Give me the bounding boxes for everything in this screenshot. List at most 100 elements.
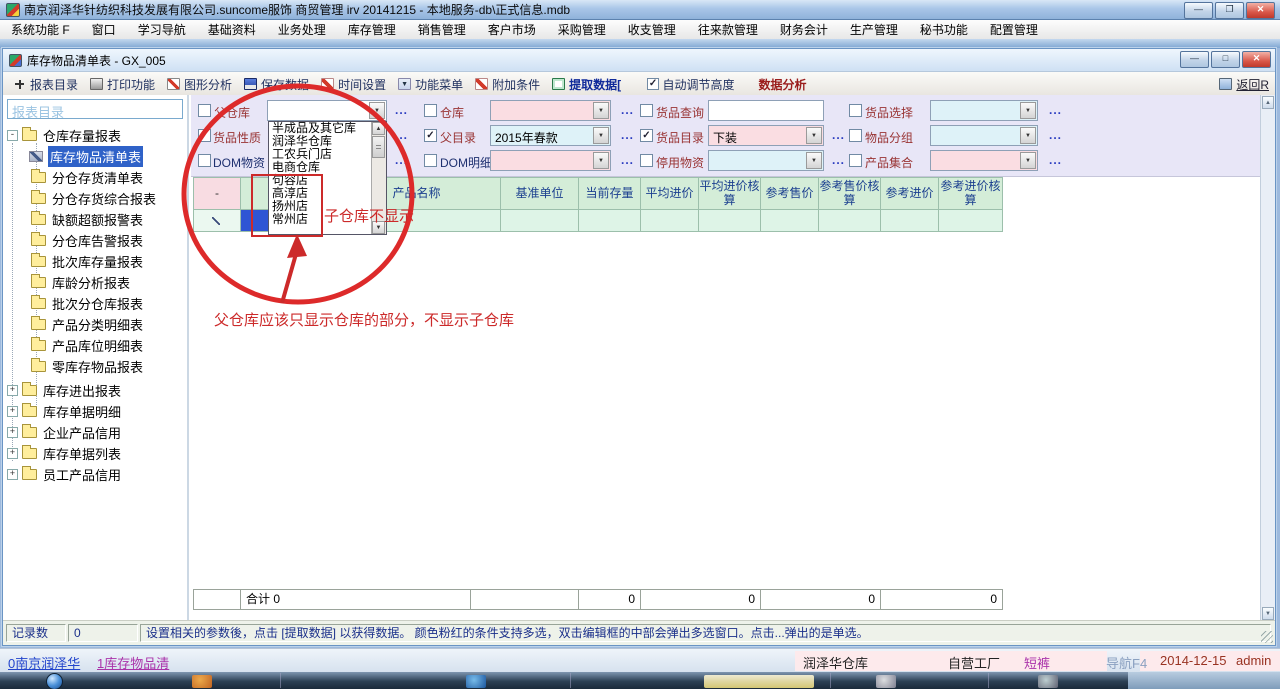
menu-payments[interactable]: 收支管理 bbox=[617, 21, 687, 38]
tree-item[interactable]: 批次库存量报表 bbox=[31, 251, 143, 272]
tree-item[interactable]: 库龄分析报表 bbox=[31, 272, 130, 293]
minimize-button[interactable]: — bbox=[1184, 2, 1213, 19]
tree-item[interactable]: 批次分仓库报表 bbox=[31, 293, 143, 314]
goods-group-more-button[interactable]: ... bbox=[1049, 128, 1062, 142]
parent-warehouse-more-button[interactable]: ... bbox=[395, 103, 408, 117]
dropdown-arrow-icon[interactable]: ▼ bbox=[1020, 102, 1036, 119]
extra-conditions-button[interactable]: 附加条件 bbox=[469, 76, 546, 93]
expand-icon[interactable]: + bbox=[7, 448, 18, 459]
report-catalog-button[interactable]: 报表目录 bbox=[7, 76, 84, 93]
tree-item[interactable]: +库存单据明细 bbox=[7, 401, 121, 422]
return-button[interactable]: 返回R bbox=[1219, 72, 1269, 96]
dropdown-arrow-icon[interactable]: ▼ bbox=[1020, 127, 1036, 144]
menu-inventory[interactable]: 库存管理 bbox=[337, 21, 407, 38]
dropdown-arrow-icon[interactable]: ▼ bbox=[593, 152, 609, 169]
taskbar-icon[interactable] bbox=[466, 675, 486, 688]
goods-select-combo[interactable]: ▼ bbox=[930, 100, 1038, 121]
dom-material-more-button[interactable]: ... bbox=[395, 153, 408, 167]
goods-catalog-more-button[interactable]: ... bbox=[832, 128, 845, 142]
menu-accounts[interactable]: 往来款管理 bbox=[687, 21, 769, 38]
tree-item[interactable]: -仓库存量报表 bbox=[7, 125, 121, 146]
goods-group-combo[interactable]: ▼ bbox=[930, 125, 1038, 146]
menu-purchase[interactable]: 采购管理 bbox=[547, 21, 617, 38]
menu-business[interactable]: 业务处理 bbox=[267, 21, 337, 38]
dom-detail-combo[interactable]: ▼ bbox=[490, 150, 611, 171]
tree-item[interactable]: 缺额超额报警表 bbox=[31, 209, 143, 230]
product-set-checkbox[interactable] bbox=[849, 154, 862, 167]
taskbar-button[interactable] bbox=[1128, 672, 1280, 689]
product-set-combo[interactable]: ▼ bbox=[930, 150, 1038, 171]
goods-select-more-button[interactable]: ... bbox=[1049, 103, 1062, 117]
mdi-minimize-button[interactable]: — bbox=[1180, 51, 1209, 68]
menu-finance[interactable]: 财务会计 bbox=[769, 21, 839, 38]
chart-analysis-button[interactable]: 图形分析 bbox=[161, 76, 238, 93]
tree-item[interactable]: 产品库位明细表 bbox=[31, 335, 143, 356]
dropdown-arrow-icon[interactable]: ▼ bbox=[593, 102, 609, 119]
scroll-up-icon[interactable]: ▲ bbox=[1262, 96, 1274, 109]
scroll-thumb[interactable] bbox=[372, 136, 385, 158]
goods-query-checkbox[interactable] bbox=[640, 104, 653, 117]
taskbar-button[interactable] bbox=[704, 675, 814, 688]
expand-icon[interactable]: + bbox=[7, 469, 18, 480]
mdi-maximize-button[interactable]: □ bbox=[1211, 51, 1240, 68]
dom-detail-more-button[interactable]: ... bbox=[621, 153, 634, 167]
tree-item[interactable]: 零库存物品报表 bbox=[31, 356, 143, 377]
parent-catalog-more-button[interactable]: ... bbox=[621, 128, 634, 142]
goods-catalog-combo[interactable]: 下装▼ bbox=[708, 125, 824, 146]
goods-nature-checkbox[interactable] bbox=[198, 129, 211, 142]
parent-catalog-combo[interactable]: 2015年春款▼ bbox=[490, 125, 611, 146]
goods-query-input[interactable] bbox=[708, 100, 824, 121]
warehouse-combo[interactable]: ▼ bbox=[490, 100, 611, 121]
report-link[interactable]: 1库存物品清 bbox=[97, 653, 169, 672]
nav-shortcut[interactable]: 导航F4 bbox=[1106, 653, 1147, 672]
goods-nature-more-button[interactable]: ... bbox=[395, 128, 408, 142]
parent-catalog-checkbox[interactable] bbox=[424, 129, 437, 142]
menu-learning[interactable]: 学习导航 bbox=[127, 21, 197, 38]
menu-window[interactable]: 窗口 bbox=[81, 21, 127, 38]
menu-system[interactable]: 系统功能 F bbox=[0, 21, 81, 38]
warehouse-more-button[interactable]: ... bbox=[621, 103, 634, 117]
expand-icon[interactable]: + bbox=[7, 427, 18, 438]
dom-detail-checkbox[interactable] bbox=[424, 154, 437, 167]
mdi-close-button[interactable]: ✕ bbox=[1242, 51, 1271, 68]
data-analysis-button[interactable]: 数据分析 bbox=[752, 76, 812, 93]
dropdown-arrow-icon[interactable]: ▼ bbox=[806, 127, 822, 144]
warehouse-checkbox[interactable] bbox=[424, 104, 437, 117]
goods-select-checkbox[interactable] bbox=[849, 104, 862, 117]
menu-basic-data[interactable]: 基础资料 bbox=[197, 21, 267, 38]
close-button[interactable]: ✕ bbox=[1246, 2, 1275, 19]
save-data-button[interactable]: 保存数据 bbox=[238, 76, 315, 93]
disabled-material-more-button[interactable]: ... bbox=[832, 153, 845, 167]
vertical-scrollbar[interactable]: ▲ ▼ bbox=[1260, 95, 1275, 621]
dropdown-arrow-icon[interactable]: ▼ bbox=[593, 127, 609, 144]
product-set-more-button[interactable]: ... bbox=[1049, 153, 1062, 167]
menu-sales[interactable]: 销售管理 bbox=[407, 21, 477, 38]
goods-group-checkbox[interactable] bbox=[849, 129, 862, 142]
company-link[interactable]: 0南京润泽华 bbox=[8, 653, 80, 672]
tree-item[interactable]: 分仓存货综合报表 bbox=[31, 188, 156, 209]
tree-item-selected[interactable]: 库存物品清单表 bbox=[29, 146, 143, 167]
goods-catalog-checkbox[interactable] bbox=[640, 129, 653, 142]
tree-item[interactable]: +员工产品信用 bbox=[7, 464, 121, 485]
function-menu-button[interactable]: ▼功能菜单 bbox=[392, 76, 469, 93]
expand-icon[interactable]: + bbox=[7, 385, 18, 396]
dropdown-arrow-icon[interactable]: ▼ bbox=[369, 102, 385, 119]
dropdown-arrow-icon[interactable]: ▼ bbox=[806, 152, 822, 169]
restore-button[interactable]: ❐ bbox=[1215, 2, 1244, 19]
dropdown-arrow-icon[interactable]: ▼ bbox=[1020, 152, 1036, 169]
report-search-input[interactable]: 报表目录 bbox=[7, 99, 183, 119]
tree-item[interactable]: 分仓存货清单表 bbox=[31, 167, 143, 188]
dom-material-checkbox[interactable] bbox=[198, 154, 211, 167]
tree-item[interactable]: +企业产品信用 bbox=[7, 422, 121, 443]
auto-height-checkbox[interactable] bbox=[647, 78, 659, 90]
disabled-material-combo[interactable]: ▼ bbox=[708, 150, 824, 171]
disabled-material-checkbox[interactable] bbox=[640, 154, 653, 167]
collapse-icon[interactable]: - bbox=[7, 130, 18, 141]
time-settings-button[interactable]: 时间设置 bbox=[315, 76, 392, 93]
auto-height-toggle[interactable]: 自动调节高度 bbox=[641, 76, 740, 93]
extract-data-button[interactable]: 提取数据[ bbox=[546, 76, 627, 93]
parent-warehouse-checkbox[interactable] bbox=[198, 104, 211, 117]
tree-item[interactable]: +库存单据列表 bbox=[7, 443, 121, 464]
tree-item[interactable]: +库存进出报表 bbox=[7, 380, 121, 401]
resize-grip[interactable] bbox=[1261, 631, 1273, 643]
